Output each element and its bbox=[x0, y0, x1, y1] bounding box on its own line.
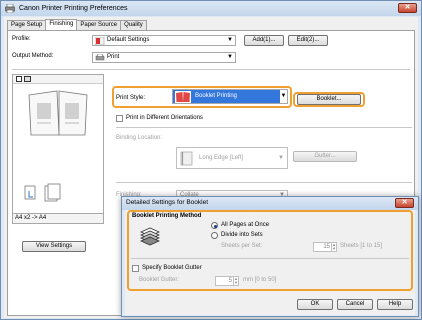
tab-finishing[interactable]: Finishing bbox=[45, 19, 78, 30]
divide-into-sets-label: Divide into Sets bbox=[221, 232, 263, 238]
divider bbox=[116, 182, 412, 183]
profile-value: Default Settings bbox=[107, 37, 150, 43]
sheets-per-set-label: Sheets per Set: bbox=[221, 243, 263, 249]
printer-view-icon[interactable] bbox=[24, 76, 31, 82]
preview-caption: A4 x2 -> A4 bbox=[15, 215, 47, 221]
binding-location-label: Binding Location: bbox=[116, 135, 163, 141]
ok-button[interactable]: OK bbox=[297, 299, 333, 310]
duplex-pages-icon bbox=[24, 183, 61, 202]
chevron-down-icon: ▼ bbox=[278, 155, 284, 161]
print-different-orientations-label: Print in Different Orientations bbox=[126, 115, 203, 121]
close-button[interactable]: ✕ bbox=[398, 3, 417, 13]
booklet-method-group-label: Booklet Printing Method bbox=[132, 213, 202, 219]
tab-page-setup[interactable]: Page Setup bbox=[7, 20, 47, 30]
dialog-body: Booklet Printing Method All Pages at Onc… bbox=[125, 210, 415, 315]
divider bbox=[131, 258, 409, 259]
preview-caption-bar: A4 x2 -> A4 bbox=[12, 214, 104, 224]
gutter-range-label: mm [0 to 50] bbox=[243, 277, 277, 283]
chevron-down-icon: ▼ bbox=[227, 37, 233, 43]
title-bar: Canon Printer Printing Preferences ✕ bbox=[1, 1, 421, 16]
booklet-icon bbox=[175, 91, 191, 103]
profile-icon bbox=[95, 37, 105, 45]
print-different-orientations-checkbox[interactable] bbox=[116, 115, 123, 122]
sheets-per-set-spinner[interactable]: 15 ▲ ▼ bbox=[313, 242, 337, 252]
sheets-range-label: Sheets [1 to 15] bbox=[340, 243, 383, 249]
booklet-gutter-spinner[interactable]: 5 ▲ ▼ bbox=[215, 276, 239, 286]
booklet-stack-icon bbox=[140, 227, 160, 246]
profile-label: Profile: bbox=[12, 36, 31, 42]
printer-icon bbox=[95, 54, 105, 61]
divide-into-sets-radio[interactable] bbox=[211, 232, 218, 239]
printer-app-icon bbox=[5, 4, 15, 13]
booklet-settings-dialog: Detailed Settings for Booklet ✕ Booklet … bbox=[121, 196, 419, 317]
booklet-button[interactable]: Booklet... bbox=[297, 94, 361, 105]
sheets-per-set-value: 15 bbox=[323, 244, 330, 250]
window-title: Canon Printer Printing Preferences bbox=[19, 5, 128, 12]
dialog-close-button[interactable]: ✕ bbox=[395, 198, 414, 208]
profile-edit-button[interactable]: Edit(2)... bbox=[288, 35, 328, 46]
all-pages-at-once-label: All Pages at Once bbox=[221, 222, 270, 228]
print-style-label: Print Style: bbox=[116, 95, 146, 101]
view-settings-button[interactable]: View Settings bbox=[22, 241, 86, 252]
booklet-gutter-label: Booklet Gutter: bbox=[139, 277, 180, 283]
profile-select[interactable]: Default Settings ▼ bbox=[92, 35, 236, 46]
divider bbox=[12, 69, 410, 70]
layout-preview-panel bbox=[12, 74, 104, 214]
chevron-down-icon: ▼ bbox=[227, 54, 233, 60]
binding-location-value: Long Edge [Left] bbox=[199, 155, 244, 161]
profile-add-button[interactable]: Add(1)... bbox=[244, 35, 284, 46]
help-button[interactable]: Help bbox=[377, 299, 413, 310]
tab-paper-source[interactable]: Paper Source bbox=[76, 20, 122, 30]
specify-gutter-checkbox[interactable] bbox=[132, 265, 139, 272]
tab-quality[interactable]: Quality bbox=[120, 20, 147, 30]
tab-strip: Page Setup Finishing Paper Source Qualit… bbox=[7, 19, 147, 30]
binding-edge-icon bbox=[180, 151, 193, 166]
output-method-label: Output Method: bbox=[12, 53, 54, 59]
output-method-select[interactable]: Print ▼ bbox=[92, 52, 236, 63]
spinner-arrows-icon[interactable]: ▲ ▼ bbox=[233, 277, 238, 285]
print-style-value: Booklet Printing bbox=[195, 93, 238, 99]
specify-gutter-label: Specify Booklet Gutter bbox=[142, 265, 202, 271]
cancel-button[interactable]: Cancel bbox=[337, 299, 373, 310]
chevron-down-icon: ▼ bbox=[280, 90, 287, 103]
all-pages-at-once-radio[interactable] bbox=[211, 222, 218, 229]
binding-location-select[interactable]: Long Edge [Left] ▼ bbox=[176, 147, 288, 169]
layout-view-icon[interactable] bbox=[16, 76, 22, 82]
print-style-select[interactable]: Booklet Printing ▼ bbox=[172, 89, 288, 104]
booklet-gutter-value: 5 bbox=[228, 278, 232, 284]
dialog-title: Detailed Settings for Booklet bbox=[122, 197, 418, 210]
gutter-button[interactable]: Gutter... bbox=[293, 151, 357, 162]
booklet-preview-icon bbox=[28, 90, 88, 136]
preview-toolbar bbox=[13, 75, 103, 84]
output-method-value: Print bbox=[107, 54, 120, 60]
spinner-arrows-icon[interactable]: ▲ ▼ bbox=[331, 243, 336, 251]
divider bbox=[116, 127, 412, 128]
